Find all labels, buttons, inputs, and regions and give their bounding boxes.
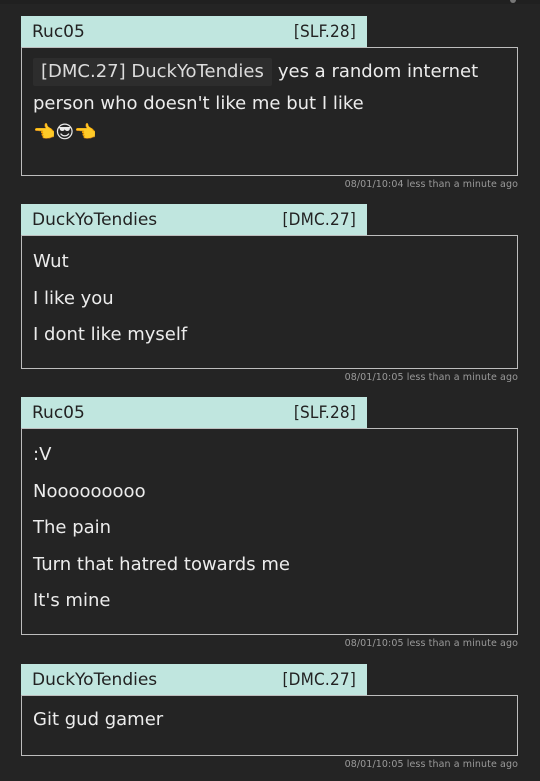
mention-chip[interactable]: [DMC.27] DuckYoTendies	[33, 58, 272, 86]
author-name[interactable]: DuckYoTendies	[32, 670, 157, 690]
message-line: The pain	[33, 517, 112, 538]
author-tag: [SLF.28]	[293, 21, 356, 42]
message-body: Git gud gamer	[21, 695, 518, 756]
top-strip	[0, 0, 540, 4]
message-line: Turn that hatred towards me	[33, 553, 290, 575]
message-timestamp: 08/01/10:05 less than a minute ago	[344, 372, 518, 383]
message-line: I dont like myself	[33, 324, 188, 345]
message-line: [DMC.27] DuckYoTendies yes a random inter…	[33, 54, 506, 91]
message-line: person who doesn't like me but I like	[33, 92, 364, 114]
message-header: Ruc05 [SLF.28]	[21, 397, 367, 428]
message-line: Nooooooooo	[33, 480, 146, 502]
message-line: Git gud gamer	[33, 709, 164, 730]
message-body: Wut I like you I dont like myself	[21, 235, 518, 369]
message-line: :V	[33, 444, 52, 465]
author-name[interactable]: Ruc05	[32, 22, 85, 42]
message-timestamp: 08/01/10:05 less than a minute ago	[344, 638, 518, 649]
message-line: Wut	[33, 251, 69, 272]
emoji-text: 👈😎👈	[33, 121, 97, 143]
message-body: :V Nooooooooo The pain Turn that hatred …	[21, 428, 518, 635]
author-tag: [DMC.27]	[282, 209, 356, 230]
message-timestamp: 08/01/10:05 less than a minute ago	[344, 759, 518, 770]
message-header: Ruc05 [SLF.28]	[21, 16, 367, 47]
chat-message: Ruc05 [SLF.28] [DMC.27] DuckYoTendies yes…	[21, 16, 518, 190]
message-timestamp: 08/01/10:04 less than a minute ago	[344, 179, 518, 190]
author-name[interactable]: DuckYoTendies	[32, 210, 157, 230]
chat-message: DuckYoTendies [DMC.27] Wut I like you I …	[21, 204, 518, 383]
message-line: I like you	[33, 287, 114, 309]
author-name[interactable]: Ruc05	[32, 403, 85, 423]
message-body: [DMC.27] DuckYoTendies yes a random inter…	[21, 47, 518, 176]
message-header: DuckYoTendies [DMC.27]	[21, 204, 367, 235]
chat-message: Ruc05 [SLF.28] :V Nooooooooo The pain Tu…	[21, 397, 518, 649]
message-header: DuckYoTendies [DMC.27]	[21, 664, 367, 695]
author-tag: [SLF.28]	[293, 402, 356, 423]
author-tag: [DMC.27]	[282, 669, 356, 690]
message-text: yes a random internet	[277, 61, 479, 82]
message-line: It's mine	[33, 590, 111, 611]
chat-message: DuckYoTendies [DMC.27] Git gud gamer 08/…	[21, 664, 518, 770]
